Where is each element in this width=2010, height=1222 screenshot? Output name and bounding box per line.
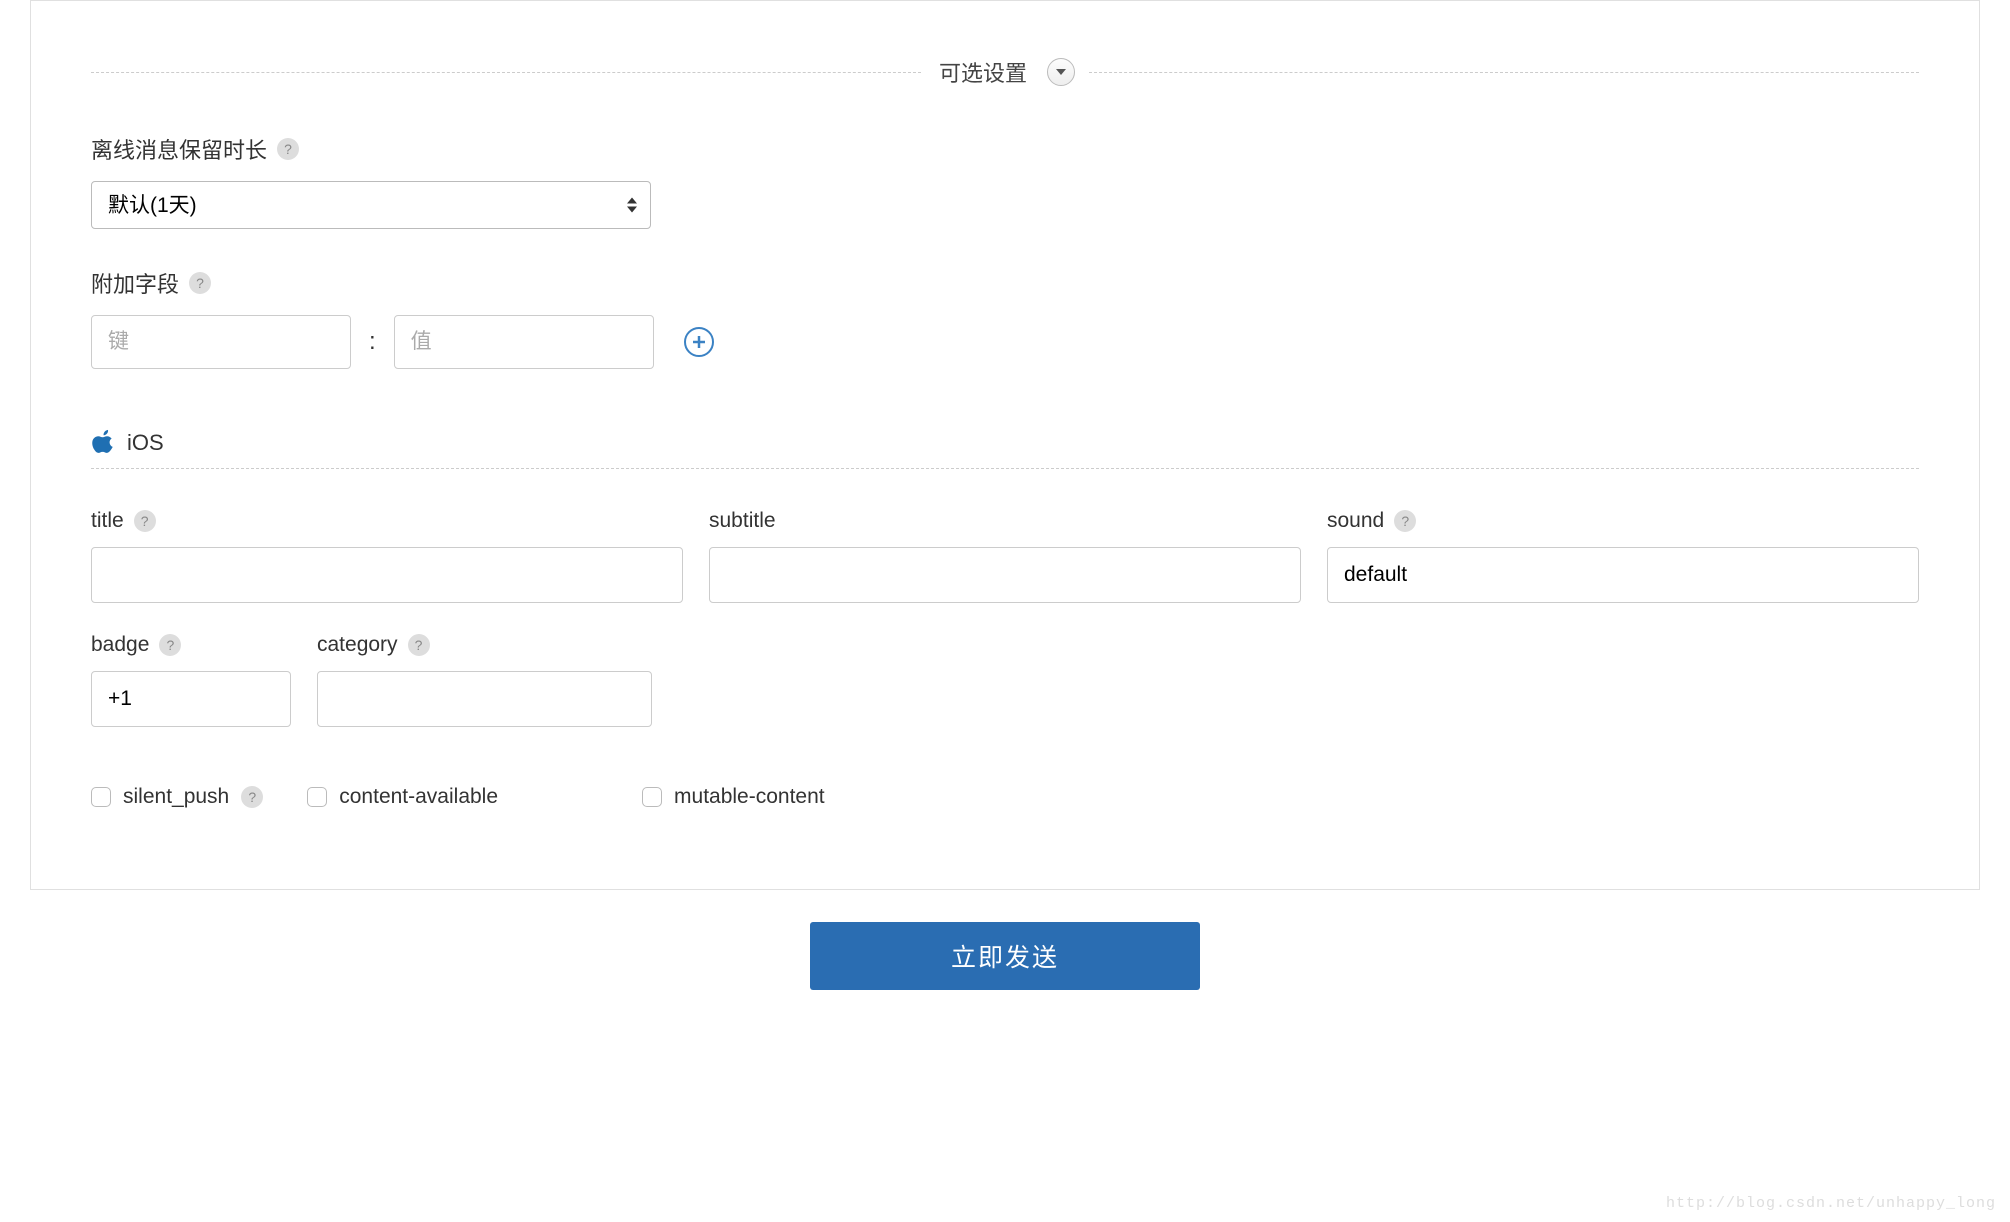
mutable-content-checkbox[interactable] (642, 787, 662, 807)
watermark-text: http://blog.csdn.net/unhappy_long (1666, 1195, 1996, 1212)
optional-settings-title: 可选设置 (921, 56, 1045, 88)
content-available-check-item[interactable]: content-available (307, 785, 498, 809)
ios-subtitle-label: subtitle (709, 509, 776, 533)
ios-category-input[interactable] (317, 671, 652, 727)
mutable-content-check-item[interactable]: mutable-content (642, 785, 825, 809)
ios-category-label-row: category ? (317, 633, 652, 657)
divider-line-right (1089, 72, 1919, 73)
chevron-down-icon (1055, 67, 1067, 77)
offline-retention-select[interactable]: 默认(1天) (91, 181, 651, 229)
extra-fields-label: 附加字段 (91, 267, 179, 299)
silent-push-checkbox[interactable] (91, 787, 111, 807)
ios-divider-line (91, 468, 1919, 469)
ios-title-label-row: title ? (91, 509, 683, 533)
ios-badge-col: badge ? (91, 633, 291, 727)
extra-fields-label-row: 附加字段 ? (91, 267, 1919, 299)
offline-retention-label: 离线消息保留时长 (91, 133, 267, 165)
mutable-content-label: mutable-content (674, 785, 825, 809)
ios-badge-label: badge (91, 633, 149, 657)
help-icon[interactable]: ? (408, 634, 430, 656)
ios-header-label: iOS (127, 430, 164, 456)
silent-push-label: silent_push (123, 785, 229, 809)
ios-sound-input[interactable] (1327, 547, 1919, 603)
optional-settings-panel: 可选设置 离线消息保留时长 ? 默认(1天) 附加字段 ? : iOS (30, 0, 1980, 890)
ios-sound-col: sound ? (1327, 509, 1919, 603)
ios-checkboxes-row: silent_push ? content-available mutable-… (91, 785, 1919, 809)
extra-value-input[interactable] (394, 315, 654, 369)
content-available-label: content-available (339, 785, 498, 809)
ios-fields-row2: badge ? category ? (91, 633, 1919, 727)
silent-push-check-item[interactable]: silent_push ? (91, 785, 263, 809)
kv-colon: : (369, 328, 376, 356)
ios-subtitle-input[interactable] (709, 547, 1301, 603)
ios-sound-label-row: sound ? (1327, 509, 1919, 533)
help-icon[interactable]: ? (134, 510, 156, 532)
offline-retention-label-row: 离线消息保留时长 ? (91, 133, 1919, 165)
content-available-checkbox[interactable] (307, 787, 327, 807)
ios-category-label: category (317, 633, 398, 657)
extra-fields-row: : (91, 315, 1919, 369)
help-icon[interactable]: ? (241, 786, 263, 808)
extra-key-input[interactable] (91, 315, 351, 369)
help-icon[interactable]: ? (277, 138, 299, 160)
ios-subtitle-col: subtitle (709, 509, 1301, 603)
help-icon[interactable]: ? (159, 634, 181, 656)
ios-title-input[interactable] (91, 547, 683, 603)
plus-icon (692, 335, 706, 349)
apple-icon (91, 429, 115, 457)
help-icon[interactable]: ? (189, 272, 211, 294)
optional-settings-divider: 可选设置 (91, 56, 1919, 88)
ios-category-col: category ? (317, 633, 652, 727)
help-icon[interactable]: ? (1394, 510, 1416, 532)
submit-row: 立即发送 (0, 922, 2010, 990)
add-field-button[interactable] (684, 327, 714, 357)
ios-sound-label: sound (1327, 509, 1384, 533)
ios-badge-input[interactable] (91, 671, 291, 727)
send-now-button[interactable]: 立即发送 (810, 922, 1200, 990)
offline-retention-select-wrap: 默认(1天) (91, 181, 651, 229)
ios-title-label: title (91, 509, 124, 533)
ios-title-col: title ? (91, 509, 683, 603)
ios-fields-row1: title ? subtitle sound ? (91, 509, 1919, 603)
divider-line-left (91, 72, 921, 73)
collapse-toggle-button[interactable] (1047, 58, 1075, 86)
ios-badge-label-row: badge ? (91, 633, 291, 657)
ios-subtitle-label-row: subtitle (709, 509, 1301, 533)
ios-section-header: iOS (91, 429, 1919, 457)
